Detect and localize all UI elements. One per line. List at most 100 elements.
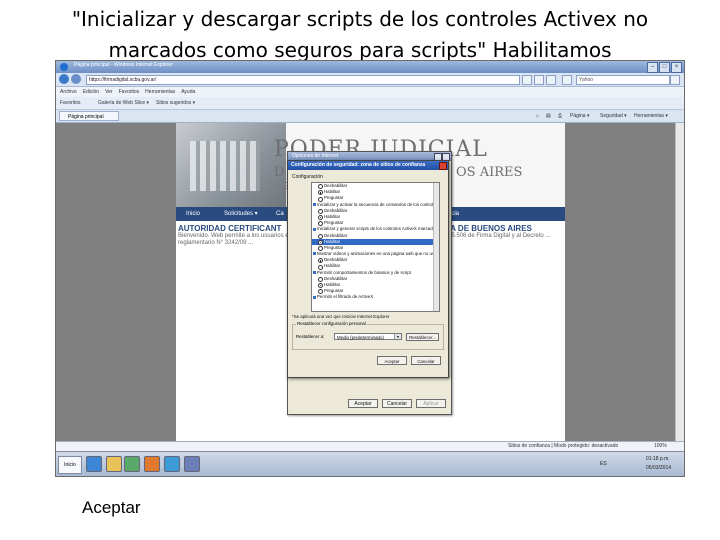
maximize-icon[interactable]: □ — [659, 62, 670, 73]
menu-favoritos[interactable]: Favoritos — [119, 87, 140, 97]
setting-label: Mostrar vídeos y animaciones en una pági… — [317, 251, 439, 257]
lock-icon[interactable] — [522, 75, 532, 85]
setting-group-icon — [313, 227, 316, 231]
left-column-text: AUTORIDAD CERTIFICANT Bienvenido. Web pe… — [178, 224, 296, 247]
setting-label: Deshabilitar — [324, 232, 348, 238]
menu-herramientas[interactable]: Herramientas — [145, 87, 175, 97]
page-scrollbar[interactable] — [675, 123, 684, 441]
address-bar-row: https://firmadigital.scba.gov.ar/ Yahoo — [56, 73, 684, 87]
tab-bar: Página principal ⌂ ▤ ⎙ Página ▾ Segurida… — [56, 110, 684, 123]
setting-label: Deshabilitar — [324, 183, 348, 188]
setting-group-icon — [313, 270, 316, 274]
settings-group-label: Configuración — [292, 174, 323, 180]
back-icon[interactable] — [59, 74, 69, 84]
folder-taskbar-icon[interactable] — [106, 456, 122, 472]
minimize-icon[interactable]: – — [647, 62, 658, 73]
skype-taskbar-icon[interactable] — [164, 456, 180, 472]
favorites-button[interactable]: Favoritos — [60, 99, 81, 107]
security-cancel-button[interactable]: Cancelar — [411, 356, 441, 365]
setting-header: Permitir el filtrado de ActiveX — [312, 294, 439, 300]
setting-label: Preguntar — [324, 244, 344, 250]
reset-group: Restablecer configuración personal Resta… — [292, 321, 444, 350]
reset-level-select[interactable]: Medio (predeterminado) ▾ — [334, 333, 402, 340]
nav-ca[interactable]: Ca — [276, 209, 284, 219]
forward-icon[interactable] — [71, 74, 81, 84]
feeds-icon[interactable]: ▤ — [546, 112, 551, 120]
window-title: Página principal - Windows Internet Expl… — [74, 62, 173, 68]
building-image — [176, 123, 286, 207]
reset-button[interactable]: Restablecer... — [406, 333, 439, 341]
security-settings-titlebar: Configuración de seguridad: zona de siti… — [288, 161, 448, 170]
security-ok-button[interactable]: Aceptar — [377, 356, 407, 365]
taskbar: Inicio ES 01:18 p.m. 05/03/2014 — [56, 451, 684, 476]
suggested-sites-link[interactable]: Sitios sugeridos ▾ — [156, 99, 195, 107]
address-input[interactable]: https://firmadigital.scba.gov.ar/ — [86, 75, 520, 85]
language-indicator[interactable]: ES — [600, 461, 607, 467]
screenshot-window: Página principal - Windows Internet Expl… — [55, 60, 685, 477]
left-heading: AUTORIDAD CERTIFICANT — [178, 224, 282, 233]
firefox-taskbar-icon[interactable] — [144, 456, 160, 472]
internet-options-cancel-button[interactable]: Cancelar — [382, 399, 412, 408]
setting-label: Permitir el filtrado de ActiveX — [317, 294, 374, 300]
security-settings-title: Configuración de seguridad: zona de siti… — [291, 162, 426, 168]
menu-ayuda[interactable]: Ayuda — [181, 87, 195, 97]
stop-icon[interactable] — [546, 75, 556, 85]
clock-time: 01:18 p.m. — [646, 456, 670, 462]
nav-inicio[interactable]: Inicio — [186, 209, 200, 219]
setting-label: Preguntar — [324, 195, 344, 201]
search-input[interactable]: Yahoo — [576, 75, 670, 85]
close-icon[interactable]: × — [671, 62, 682, 73]
right-body: 25.506 de Firma Digital y al Decreto ... — [448, 233, 551, 239]
web-slice-gallery-link[interactable]: Galería de Web Slice ▾ — [98, 99, 149, 107]
media-taskbar-icon[interactable] — [124, 456, 140, 472]
menu-edicion[interactable]: Edición — [83, 87, 99, 97]
security-settings-dialog: Configuración de seguridad: zona de siti… — [287, 160, 449, 378]
brand-subtitle-left: D — [274, 165, 285, 180]
nav-solicitudes[interactable]: Solicitudes ▾ — [224, 209, 258, 219]
tab-main-page[interactable]: Página principal — [59, 111, 119, 121]
print-icon[interactable]: ⎙ — [558, 112, 562, 120]
reset-level-value: Medio (predeterminado) — [337, 335, 384, 340]
setting-label: Permitir comportamientos de binarios y d… — [317, 269, 411, 275]
brand-subtitle-2: HE — [274, 181, 288, 192]
favorites-bar: Favoritos Galería de Web Slice ▾ Sitios … — [56, 97, 684, 110]
page-menu[interactable]: Página ▾ — [570, 112, 589, 120]
left-body: Bienvenido. Web permite a los usuarios e… — [178, 233, 292, 246]
internet-options-apply-button[interactable]: Aplicar — [416, 399, 446, 408]
ie-icon — [60, 63, 68, 71]
setting-group-icon — [313, 295, 316, 299]
clock-date: 05/03/2014 — [646, 465, 672, 471]
setting-group-icon — [313, 252, 316, 256]
restart-note: *Se aplicará una vez que reinicie Intern… — [292, 314, 390, 319]
chevron-down-icon[interactable]: ▾ — [394, 334, 401, 339]
menu-archivo[interactable]: Archivo — [60, 87, 77, 97]
home-icon[interactable]: ⌂ — [536, 112, 539, 120]
slide-title: "Inicializar y descargar scripts de los … — [71, 7, 649, 62]
setting-label: Deshabilitar — [324, 275, 348, 281]
setting-label: Habilitar — [324, 189, 341, 195]
settings-scrollbar[interactable] — [433, 183, 439, 311]
menu-bar: Archivo Edición Ver Favoritos Herramient… — [56, 87, 684, 97]
setting-group-icon — [313, 202, 316, 206]
zoom-level[interactable]: 100% — [654, 442, 667, 451]
setting-label: Inicializar y activar la secuencia de co… — [317, 201, 439, 207]
yahoo-icon — [562, 75, 572, 85]
status-bar: Sitios de confianza | Modo protegido: de… — [56, 441, 684, 451]
menu-ver[interactable]: Ver — [105, 87, 113, 97]
security-menu[interactable]: Seguridad ▾ — [600, 112, 627, 120]
start-button[interactable]: Inicio — [58, 456, 82, 474]
internet-options-ok-button[interactable]: Aceptar — [348, 399, 378, 408]
setting-label: Habilitar — [324, 282, 341, 287]
settings-list[interactable]: Deshabilitar Habilitar Preguntar Inicializa… — [311, 182, 440, 312]
setting-label: Preguntar — [324, 288, 344, 294]
brand-subtitle-right: OS AIRES — [456, 165, 523, 180]
reset-to-label: Restablecer a: — [296, 334, 325, 339]
ie-taskbar-icon[interactable] — [86, 456, 102, 472]
search-icon[interactable] — [670, 75, 680, 85]
setting-label: Inicializar y generar scripts de los con… — [317, 226, 439, 232]
tools-menu[interactable]: Herramientas ▾ — [634, 112, 668, 120]
close-icon[interactable] — [439, 162, 447, 170]
app-taskbar-icon[interactable] — [184, 456, 200, 472]
caption-aceptar: Aceptar — [82, 498, 141, 517]
refresh-icon[interactable] — [534, 75, 544, 85]
